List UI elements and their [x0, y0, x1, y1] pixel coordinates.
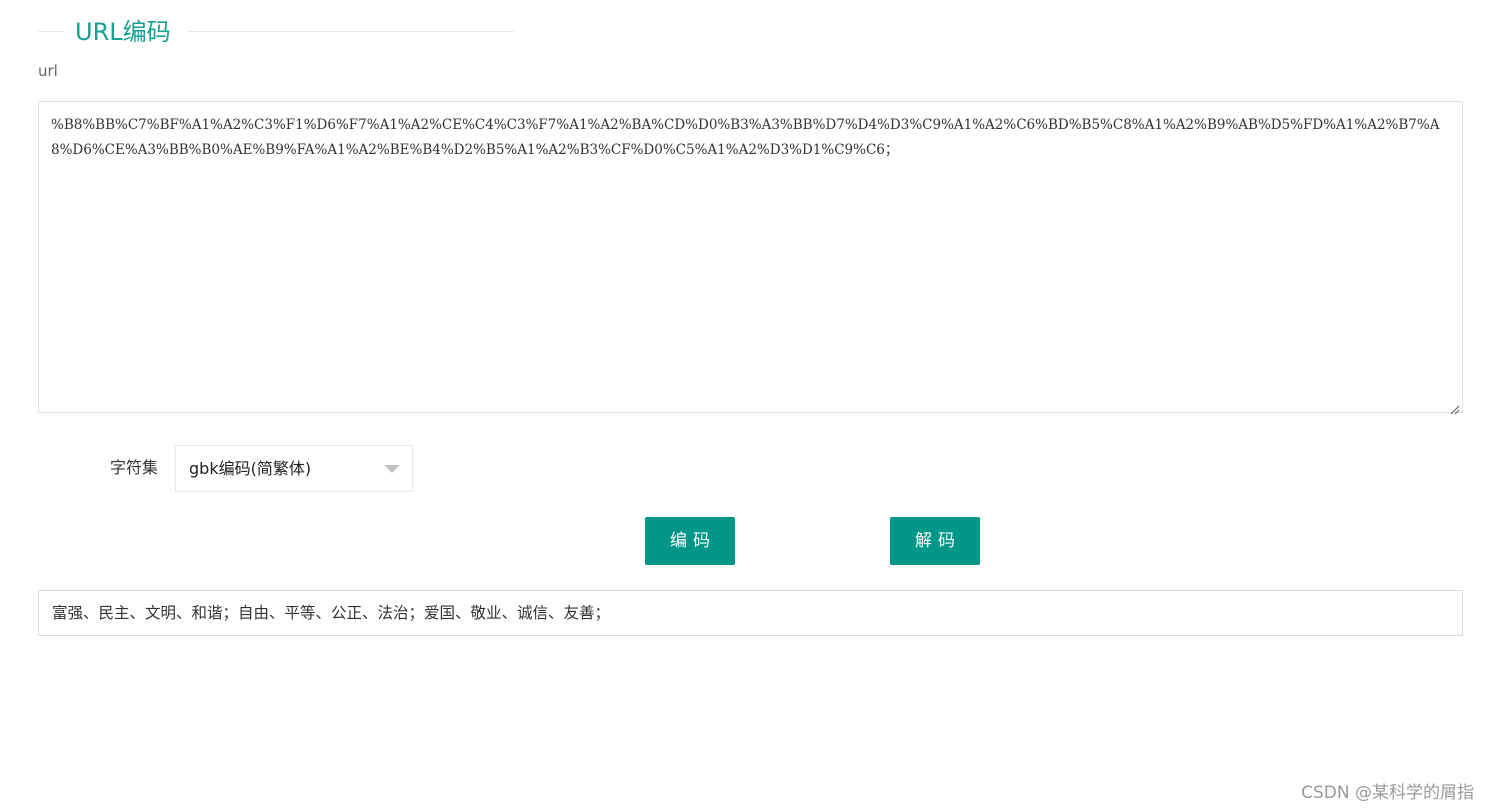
divider-right [188, 31, 514, 32]
divider-left [38, 31, 64, 32]
decode-button[interactable]: 解码 [890, 517, 980, 565]
section-header: URL编码 [38, 14, 514, 50]
result-output-value: 富强、民主、文明、和谐；自由、平等、公正、法治；爱国、敬业、诚信、友善； [52, 604, 611, 622]
url-input-textarea[interactable]: %B8%BB%C7%BF%A1%A2%C3%F1%D6%F7%A1%A2%CE%… [38, 101, 1463, 415]
caret-down-icon [384, 465, 400, 473]
url-input-value: %B8%BB%C7%BF%A1%A2%C3%F1%D6%F7%A1%A2%CE%… [51, 117, 1440, 158]
watermark: CSDN @某科学的屑指 [1301, 783, 1474, 803]
encode-button[interactable]: 编码 [645, 517, 735, 565]
result-output-field[interactable]: 富强、民主、文明、和谐；自由、平等、公正、法治；爱国、敬业、诚信、友善； [38, 590, 1463, 636]
charset-label: 字符集 [109, 458, 158, 477]
charset-selected-value: gbk编码(简繁体) [189, 459, 312, 478]
url-label: url [38, 62, 58, 80]
section-title: URL编码 [75, 18, 171, 46]
resize-grip-icon[interactable] [1449, 399, 1460, 415]
charset-select[interactable]: gbk编码(简繁体) [175, 445, 413, 492]
